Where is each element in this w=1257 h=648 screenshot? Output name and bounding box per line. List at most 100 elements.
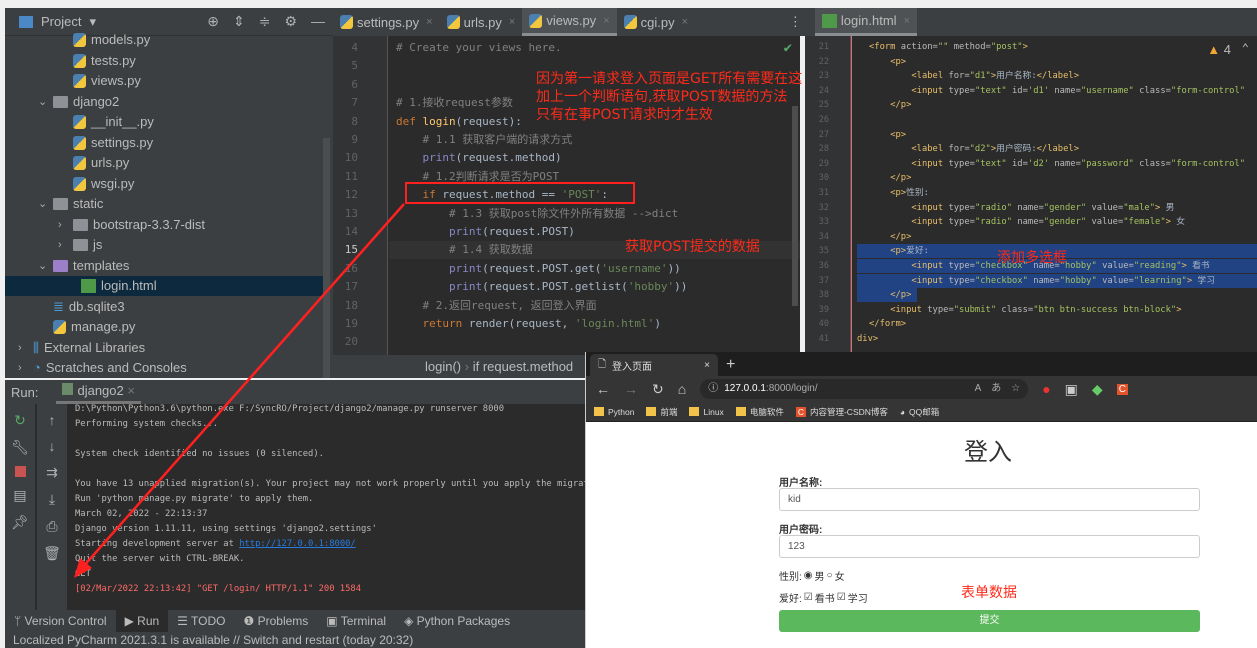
chevron-right-icon[interactable]: ›	[58, 215, 68, 235]
radio-female[interactable]: ○	[827, 570, 833, 581]
warnings-indicator[interactable]: ▲ 4	[1207, 42, 1231, 57]
reload-icon[interactable]: ↻	[652, 381, 664, 398]
tool-tab-todo[interactable]: ☰ TODO	[168, 610, 234, 632]
checkbox-reading[interactable]: ☑	[804, 592, 813, 603]
username-input[interactable]: kid	[779, 488, 1200, 511]
tree-item[interactable]: ⌄ django2	[10, 92, 119, 112]
tree-item[interactable]: __init__.py	[10, 112, 154, 132]
read-aloud-icon[interactable]: A	[975, 379, 982, 399]
tree-item[interactable]: › ⫼ External Libraries	[10, 338, 145, 358]
tool-tab-run[interactable]: ▶ Run	[115, 610, 169, 632]
minimize-icon[interactable]: —	[311, 13, 325, 30]
stop-icon[interactable]	[14, 466, 26, 477]
login-html-editor[interactable]: 21 <form action="" method="post"> 22 <p> 23…	[805, 36, 1257, 352]
chevron-right-icon[interactable]: ›	[18, 358, 28, 378]
bookmark[interactable]: 前端	[646, 406, 677, 418]
tool-tab-version-control[interactable]: ᛘ Version Control	[5, 610, 116, 632]
home-icon[interactable]: ⌂	[678, 381, 686, 397]
checkbox-learning[interactable]: ☑	[837, 592, 846, 603]
new-tab-button[interactable]: +	[726, 356, 735, 374]
translate-icon[interactable]: あ	[991, 379, 1001, 399]
scrollbar[interactable]	[323, 138, 330, 378]
favorite-icon[interactable]: ☆	[1011, 379, 1020, 399]
tree-item[interactable]: settings.py	[10, 133, 153, 153]
bookmark[interactable]: C 内容管理-CSDN博客	[795, 406, 888, 418]
pin-icon[interactable]: 📌︎	[11, 514, 29, 531]
print-icon[interactable]: ⎙	[46, 518, 57, 535]
submit-button[interactable]: 提交	[779, 610, 1200, 632]
tab-settings-py[interactable]: settings.py ×	[333, 8, 440, 36]
chevron-right-icon[interactable]: ›	[58, 235, 68, 255]
code-token: >	[906, 290, 912, 301]
scroll-end-icon[interactable]: ⤓	[49, 491, 55, 508]
gear-icon[interactable]: ⚙	[284, 13, 297, 30]
tab-login-html[interactable]: login.html ×	[814, 8, 917, 36]
project-title[interactable]: Project	[41, 14, 81, 29]
extension-icon[interactable]: ●	[1042, 381, 1050, 397]
close-icon[interactable]: ×	[904, 15, 910, 27]
trash-icon[interactable]: 🗑︎	[43, 545, 61, 562]
breadcrumb-item[interactable]: login()	[425, 359, 461, 374]
tree-item[interactable]: ⌄ static	[10, 194, 103, 214]
tree-item[interactable]: models.py	[10, 30, 150, 50]
tree-item[interactable]: manage.py	[10, 317, 135, 337]
code-token: type=	[948, 217, 975, 228]
tab-views-py[interactable]: views.py ×	[522, 8, 617, 36]
tree-item[interactable]: tests.py	[10, 51, 136, 71]
close-icon[interactable]: ×	[509, 16, 515, 28]
address-bar[interactable]: ⓘ 127.0.0.1:8000/login/ A あ ☆	[700, 379, 1029, 399]
bookmark[interactable]: Python	[594, 407, 634, 417]
arrow-up-icon[interactable]: ↑	[49, 412, 56, 428]
tree-item[interactable]: urls.py	[10, 153, 129, 173]
rerun-icon[interactable]: ↻	[14, 412, 26, 429]
scrollbar[interactable]	[792, 106, 798, 306]
wrench-icon[interactable]: 🔧︎	[11, 439, 29, 456]
close-icon[interactable]: ×	[127, 383, 135, 398]
tree-item[interactable]: › ◔ Scratches and Consoles	[10, 358, 187, 378]
chevron-down-icon[interactable]: ⌄	[38, 92, 48, 112]
bookmark[interactable]: ◕ QQ邮箱	[900, 406, 939, 418]
close-icon[interactable]: ×	[603, 15, 609, 27]
radio-male[interactable]: ◉	[804, 570, 813, 581]
browser-tab[interactable]: 🗋 登入页面 ×	[590, 354, 718, 376]
tool-tab-terminal[interactable]: ▣ Terminal	[317, 610, 395, 632]
arrow-down-icon[interactable]: ↓	[49, 438, 56, 454]
tree-item[interactable]: › js	[10, 235, 102, 255]
bookmark[interactable]: 电脑软件	[735, 406, 784, 418]
extension-icon[interactable]: ▣	[1065, 381, 1078, 398]
chevron-right-icon[interactable]: ›	[18, 338, 28, 358]
forward-icon[interactable]: →	[624, 381, 638, 397]
tree-item[interactable]: ⌄ templates	[10, 256, 129, 276]
chevron-down-icon[interactable]: ⌄	[38, 256, 48, 276]
run-config-tab[interactable]: django2 ×	[56, 380, 141, 404]
tree-item[interactable]: login.html	[5, 276, 327, 296]
locate-icon[interactable]: ⊕	[207, 13, 219, 30]
bookmark[interactable]: Linux	[689, 407, 724, 417]
close-icon[interactable]: ×	[426, 16, 432, 28]
tool-tab-problems[interactable]: ❶ Problems	[235, 610, 318, 632]
close-icon[interactable]: ×	[704, 360, 710, 371]
extension-icon[interactable]: ◆	[1092, 381, 1103, 398]
server-link[interactable]: http://127.0.0.1:8000/	[239, 539, 356, 549]
tree-item[interactable]: views.py	[10, 71, 141, 91]
code-token: return	[422, 317, 469, 330]
password-input[interactable]: 123	[779, 535, 1200, 558]
tab-cgi-py[interactable]: cgi.py ×	[617, 8, 695, 36]
chevron-down-icon[interactable]: ⌄	[38, 194, 48, 214]
more-tabs-icon[interactable]: ⋮	[782, 8, 809, 36]
chevron-down-icon[interactable]: ▾	[89, 14, 96, 30]
soft-wrap-icon[interactable]: ⇉	[46, 464, 58, 481]
layout-icon[interactable]: ▤	[13, 487, 26, 504]
tree-item[interactable]: › bootstrap-3.3.7-dist	[10, 215, 205, 235]
tree-item[interactable]: ≣ db.sqlite3	[10, 297, 125, 317]
tab-urls-py[interactable]: urls.py ×	[440, 8, 523, 36]
tool-tab-python-packages[interactable]: ◈ Python Packages	[395, 610, 519, 632]
csdn-icon[interactable]: C	[1116, 383, 1128, 395]
back-icon[interactable]: ←	[596, 381, 610, 397]
tree-item[interactable]: wsgi.py	[10, 174, 134, 194]
close-icon[interactable]: ×	[682, 16, 688, 28]
expand-all-icon[interactable]: ⇕	[233, 13, 245, 30]
breadcrumb-item[interactable]: if request.method	[473, 359, 573, 374]
collapse-all-icon[interactable]: ≑	[259, 13, 271, 30]
chevron-up-icon[interactable]: ⌃	[1242, 41, 1249, 55]
